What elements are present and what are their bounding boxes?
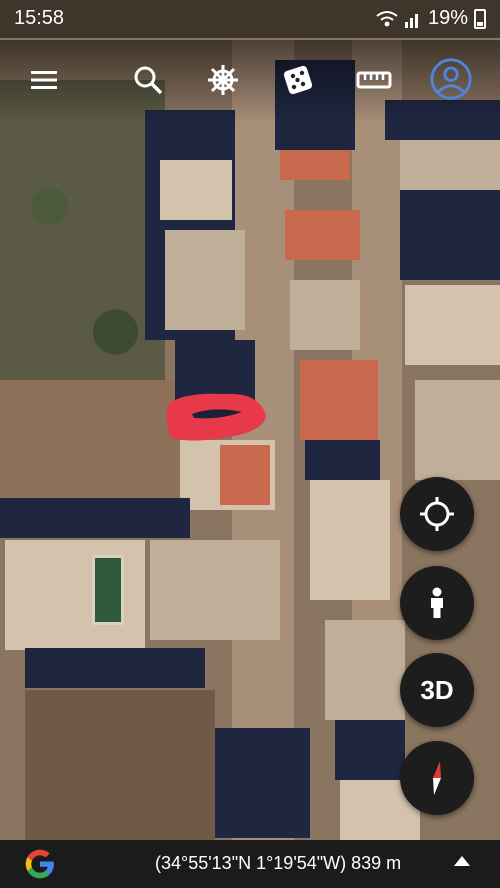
red-roof	[220, 445, 270, 505]
red-roof	[300, 360, 378, 440]
expand-up-icon[interactable]	[454, 856, 470, 866]
menu-icon	[31, 71, 57, 89]
my-location-button[interactable]	[400, 477, 474, 551]
bottom-bar: (34°55'13"N 1°19'54"W) 839 m	[0, 840, 500, 888]
ruler-icon	[356, 71, 392, 89]
building-shadow	[400, 190, 500, 280]
signal-icon	[404, 13, 418, 28]
ship-wheel-icon	[208, 65, 238, 95]
pegman-icon	[431, 587, 443, 618]
courtyard	[25, 690, 215, 840]
building-shadow	[25, 648, 205, 688]
building-shadow	[335, 720, 405, 780]
roof	[160, 160, 232, 220]
3d-label: 3D	[420, 674, 454, 705]
red-drawing-mark	[166, 393, 266, 441]
dirt-field	[0, 380, 185, 510]
red-roof	[280, 150, 350, 180]
voyager-button[interactable]	[203, 60, 243, 100]
clock: 15:58	[14, 7, 65, 29]
building-shadow	[0, 498, 190, 538]
wifi-icon	[376, 10, 398, 26]
pool	[92, 555, 124, 625]
roof	[310, 480, 390, 600]
red-roof	[285, 210, 360, 260]
status-icons: 19%	[376, 7, 486, 30]
battery-icon	[474, 8, 486, 29]
roof	[150, 540, 280, 640]
roof	[165, 230, 245, 330]
compass-button[interactable]	[400, 741, 474, 815]
measure-button[interactable]	[354, 60, 394, 100]
search-icon	[134, 66, 163, 95]
top-toolbar	[0, 40, 500, 124]
roof	[415, 380, 500, 480]
roof	[325, 620, 405, 720]
dice-icon	[283, 65, 313, 95]
battery-level: 19%	[427, 7, 468, 29]
crosshair-icon	[420, 497, 454, 531]
compass-icon	[433, 761, 441, 795]
roof	[290, 280, 360, 350]
account-button[interactable]	[428, 56, 474, 102]
google-logo	[25, 849, 54, 879]
menu-button[interactable]	[24, 60, 64, 100]
coordinates-readout: (34°55'13"N 1°19'54"W) 839 m	[155, 853, 402, 873]
building-shadow	[215, 728, 310, 838]
roof	[5, 540, 145, 650]
search-button[interactable]	[128, 60, 168, 100]
building-shadow	[305, 440, 380, 480]
3d-toggle-button[interactable]: 3D	[400, 653, 474, 727]
status-bar: 15:58 19%	[0, 0, 500, 38]
street-view-button[interactable]	[400, 566, 474, 640]
feeling-lucky-button[interactable]	[278, 60, 318, 100]
roof	[405, 285, 500, 365]
account-icon	[430, 58, 472, 100]
